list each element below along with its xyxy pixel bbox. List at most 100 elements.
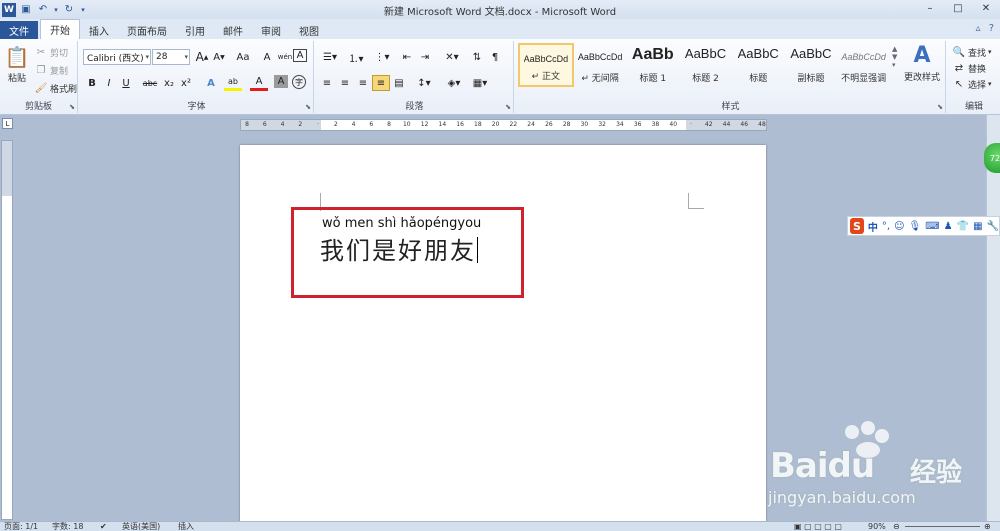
align-right-icon[interactable]: ≡ xyxy=(354,75,372,91)
tab-selector-button[interactable]: L xyxy=(2,118,13,129)
dialog-launcher-icon[interactable]: ⬊ xyxy=(69,103,75,111)
text-effects-button[interactable]: A xyxy=(202,75,220,91)
dialog-launcher-icon[interactable]: ⬊ xyxy=(505,103,511,111)
align-left-icon[interactable]: ≡ xyxy=(318,75,336,91)
font-color-button[interactable]: A xyxy=(250,75,268,91)
customize-qat-icon[interactable]: ▾ xyxy=(79,3,87,17)
justify-icon[interactable]: ≡ xyxy=(372,75,390,91)
tab-insert[interactable]: 插入 xyxy=(80,21,118,39)
shading-icon[interactable]: ◈▾ xyxy=(442,75,466,91)
vertical-ruler[interactable] xyxy=(1,140,13,520)
sogou-logo-icon[interactable]: S xyxy=(850,218,864,234)
close-button[interactable]: ✕ xyxy=(972,0,1000,16)
tab-home[interactable]: 开始 xyxy=(40,19,80,39)
help-icon[interactable]: ? xyxy=(989,23,994,34)
numbering-icon[interactable]: ⒈▾ xyxy=(344,49,368,65)
subscript-button[interactable]: x₂ xyxy=(160,75,178,91)
zoom-slider[interactable] xyxy=(905,522,980,527)
change-styles-button[interactable]: A 更改样式 xyxy=(904,43,940,83)
ime-toolbar: S 中 °, ☺ 🎙 ⌨ ♟ 👕 ▦ 🔧 xyxy=(847,216,1000,236)
style-normal[interactable]: AaBbCcDd ↵ 正文 xyxy=(518,43,574,87)
watermark-jingyan: 经验 xyxy=(910,458,963,488)
insert-mode[interactable]: 插入 xyxy=(178,522,194,531)
style-title[interactable]: AaBbC 标题 xyxy=(732,43,785,87)
settings-icon[interactable]: 🔧 xyxy=(987,221,999,232)
minimize-ribbon-icon[interactable]: ▵ xyxy=(976,23,981,34)
save-icon[interactable]: ▣ xyxy=(19,3,33,17)
dialog-launcher-icon[interactable]: ⬊ xyxy=(305,103,311,111)
format-painter-button[interactable]: 🖌 格式刷 xyxy=(34,81,77,95)
chevron-down-icon[interactable]: ▾ xyxy=(53,3,59,17)
styles-scroll-buttons[interactable]: ▲ ▼ ▾ xyxy=(892,45,897,69)
bold-button[interactable]: B xyxy=(83,75,101,91)
zoom-out-button[interactable]: ⊖ xyxy=(893,522,900,531)
clear-formatting-button[interactable]: A xyxy=(258,49,276,65)
character-shading-button[interactable]: A xyxy=(274,75,288,88)
font-size-select[interactable]: 28 ▾ xyxy=(152,49,190,65)
language-status[interactable]: 英语(美国) xyxy=(122,522,160,531)
paste-button[interactable]: 📋 粘贴 xyxy=(4,45,30,84)
view-buttons[interactable]: ▣ ▢ ▢ ▢ ▢ xyxy=(794,522,842,531)
tab-references[interactable]: 引用 xyxy=(176,21,214,39)
italic-button[interactable]: I xyxy=(100,75,118,91)
skin-icon[interactable]: 👕 xyxy=(957,221,969,232)
word-count[interactable]: 字数: 18 xyxy=(52,522,83,531)
dialog-launcher-icon[interactable]: ⬊ xyxy=(937,103,943,111)
side-float-button[interactable]: 72 xyxy=(984,143,1000,173)
font-name-select[interactable]: Calibri (西文) ▾ xyxy=(83,49,151,65)
shrink-font-button[interactable]: A ▼ xyxy=(210,49,228,65)
style-subtle-emphasis[interactable]: AaBbCcDd 不明显强调 xyxy=(837,43,890,87)
superscript-button[interactable]: x² xyxy=(177,75,195,91)
page-count[interactable]: 页面: 1/1 xyxy=(4,522,38,531)
punctuation-icon[interactable]: °, xyxy=(882,221,890,232)
toolbox-icon[interactable]: ▦ xyxy=(973,221,982,232)
proofing-icon[interactable]: ✔ xyxy=(100,522,107,531)
highlight-button[interactable]: ab xyxy=(224,75,242,91)
strikethrough-button[interactable]: abc xyxy=(140,75,160,91)
minimize-button[interactable]: – xyxy=(916,0,944,16)
character-border-button[interactable]: A xyxy=(293,49,307,62)
enclose-characters-button[interactable]: 字 xyxy=(292,75,306,89)
redo-icon[interactable]: ↻ xyxy=(62,3,76,17)
undo-icon[interactable]: ↶ xyxy=(36,3,50,17)
cut-button[interactable]: ✂ 剪切 xyxy=(34,45,68,59)
zoom-in-button[interactable]: ⊕ xyxy=(984,522,991,531)
style-heading-2[interactable]: AaBbC 标题 2 xyxy=(679,43,732,87)
phonetic-guide-button[interactable]: wén xyxy=(276,49,294,65)
zoom-level[interactable]: 90% xyxy=(868,522,886,531)
document-page[interactable]: wǒ men shì hǎopéngyou 我们是好朋友 xyxy=(240,145,766,531)
style-no-spacing[interactable]: AaBbCcDd ↵ 无间隔 xyxy=(574,43,627,87)
show-marks-icon[interactable]: ¶ xyxy=(486,49,504,65)
bullets-icon[interactable]: ☰▾ xyxy=(318,49,342,65)
align-center-icon[interactable]: ≡ xyxy=(336,75,354,91)
keyboard-icon[interactable]: ⌨ xyxy=(925,221,939,232)
increase-indent-icon[interactable]: ⇥ xyxy=(416,49,434,65)
change-case-button[interactable]: Aa xyxy=(232,49,254,65)
style-subtitle[interactable]: AaBbC 副标题 xyxy=(785,43,838,87)
grow-font-button[interactable]: A ▲ xyxy=(193,49,211,65)
ime-mode-button[interactable]: 中 xyxy=(868,219,878,234)
find-button[interactable]: 🔍 查找 ▾ xyxy=(952,45,992,59)
style-heading-1[interactable]: AaBb 标题 1 xyxy=(626,43,679,87)
horizontal-ruler[interactable]: 8 6 4 2 · 2 4 6 8 10 12 14 16 18 20 22 24 26 28 30 32 34 36 38 4… xyxy=(240,119,767,131)
copy-button[interactable]: ❐ 复制 xyxy=(34,63,69,77)
maximize-button[interactable]: □ xyxy=(944,0,972,16)
decrease-indent-icon[interactable]: ⇤ xyxy=(398,49,416,65)
tab-view[interactable]: 视图 xyxy=(290,21,328,39)
multilevel-list-icon[interactable]: ⋮▾ xyxy=(370,49,394,65)
distributed-icon[interactable]: ▤ xyxy=(390,75,408,91)
select-button[interactable]: ↖ 选择 ▾ xyxy=(952,77,992,91)
tab-page-layout[interactable]: 页面布局 xyxy=(118,21,176,39)
line-spacing-icon[interactable]: ↕▾ xyxy=(412,75,436,91)
microphone-icon[interactable]: 🎙 xyxy=(909,221,922,232)
emoji-icon[interactable]: ☺ xyxy=(894,221,904,232)
borders-icon[interactable]: ▦▾ xyxy=(468,75,492,91)
replace-button[interactable]: ⇄ 替换 xyxy=(952,61,986,75)
chinese-layout-icon[interactable]: ✕▾ xyxy=(440,49,464,65)
user-icon[interactable]: ♟ xyxy=(944,221,953,232)
tab-file[interactable]: 文件 xyxy=(0,21,38,39)
tab-review[interactable]: 审阅 xyxy=(252,21,290,39)
tab-mailings[interactable]: 邮件 xyxy=(214,21,252,39)
underline-button[interactable]: U xyxy=(117,75,135,91)
sort-icon[interactable]: ⇅ xyxy=(468,49,486,65)
